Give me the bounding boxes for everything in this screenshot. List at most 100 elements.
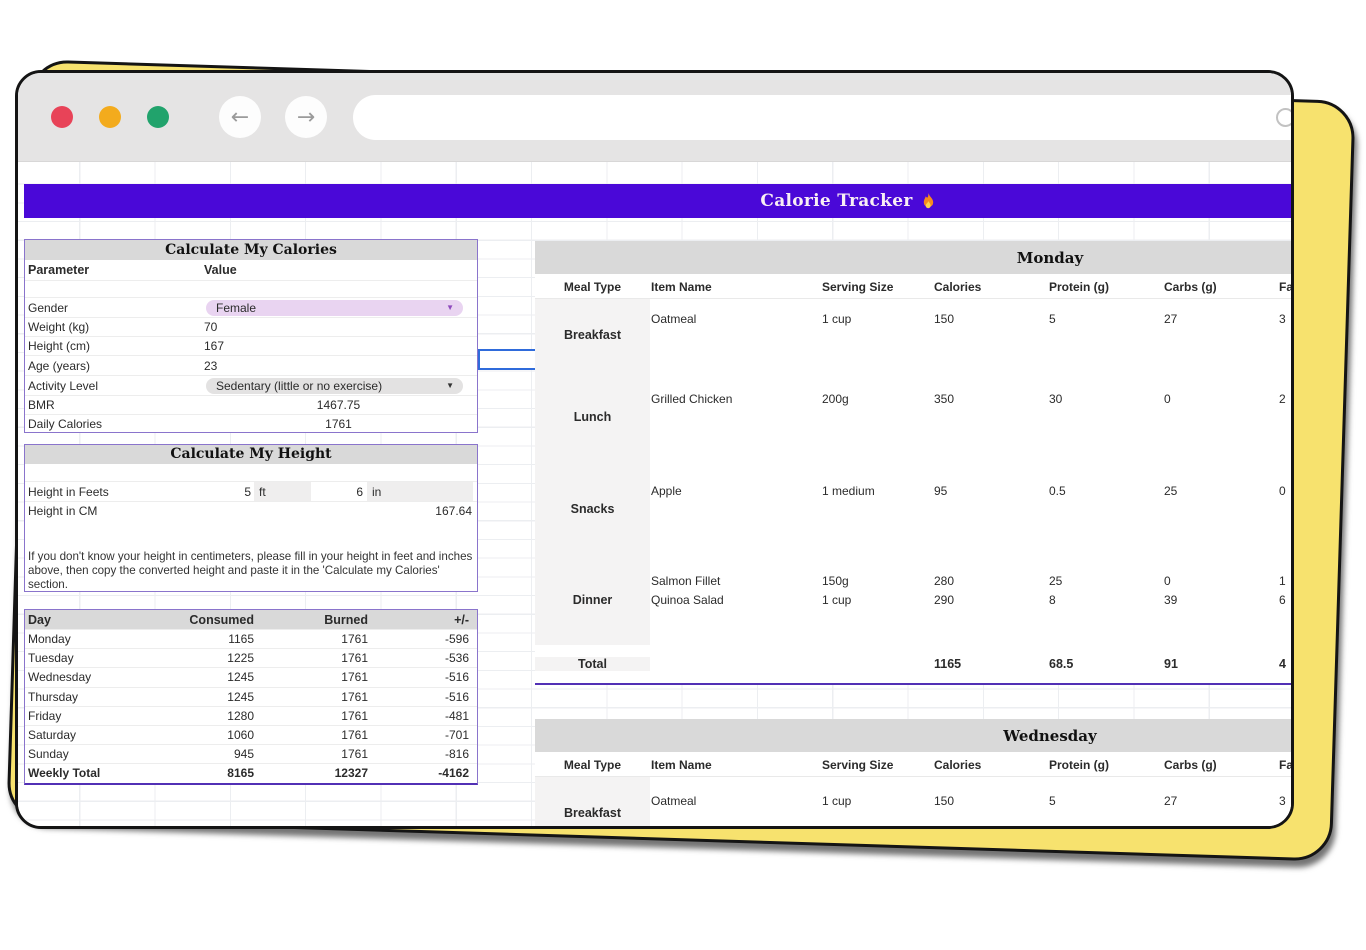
value-cell[interactable]: Female▼ xyxy=(200,300,477,316)
number-cell[interactable]: 1761 xyxy=(258,651,372,665)
item-cell[interactable]: 1 cup xyxy=(822,593,934,607)
value-cell[interactable]: Sedentary (little or no exercise)▼ xyxy=(200,378,477,394)
item-cell[interactable]: 280 xyxy=(934,574,1049,588)
item-cell[interactable]: 350 xyxy=(934,392,1049,406)
number-cell[interactable]: -816 xyxy=(372,747,477,761)
item-cell[interactable]: 1 medium xyxy=(822,484,934,498)
day-cell[interactable]: Saturday xyxy=(25,728,140,742)
close-window-button[interactable] xyxy=(51,106,73,128)
item-cell[interactable]: Oatmeal xyxy=(650,794,822,808)
item-cell[interactable]: Apple xyxy=(650,484,822,498)
number-cell[interactable]: 1761 xyxy=(258,728,372,742)
value-cell[interactable]: 167 xyxy=(200,339,477,353)
item-cell[interactable]: 0.5 xyxy=(1049,484,1164,498)
number-cell[interactable]: 1761 xyxy=(258,709,372,723)
number-cell[interactable]: -516 xyxy=(372,670,477,684)
item-cell[interactable]: 2 xyxy=(1279,392,1291,406)
item-cell[interactable]: 27 xyxy=(1164,312,1279,326)
item-cell[interactable]: 30 xyxy=(1049,392,1164,406)
height-cm-value[interactable]: 167.64 xyxy=(200,504,477,518)
item-cell[interactable]: Grilled Chicken xyxy=(650,392,822,406)
day-cell[interactable]: Day xyxy=(25,613,140,627)
value-cell[interactable]: 1761 xyxy=(200,417,477,431)
param-cell[interactable]: Height (cm) xyxy=(25,339,200,353)
param-cell[interactable]: Weight (kg) xyxy=(25,320,200,334)
meal-type-cell[interactable]: Breakfast xyxy=(535,299,650,371)
number-cell[interactable]: +/- xyxy=(372,613,477,627)
value-cell[interactable]: 23 xyxy=(200,359,477,373)
day-cell[interactable]: Thursday xyxy=(25,690,140,704)
param-cell[interactable]: Daily Calories xyxy=(25,417,200,431)
number-cell[interactable]: 1165 xyxy=(140,632,258,646)
item-cell[interactable]: 27 xyxy=(1164,794,1279,808)
day-cell[interactable]: Wednesday xyxy=(25,670,140,684)
item-cell[interactable]: 290 xyxy=(934,593,1049,607)
param-cell[interactable]: Gender xyxy=(25,301,200,315)
item-cell[interactable]: 39 xyxy=(1164,593,1279,607)
item-cell[interactable]: 1 xyxy=(1279,574,1291,588)
number-cell[interactable]: 8165 xyxy=(140,766,258,780)
item-cell[interactable]: 200g xyxy=(822,392,934,406)
number-cell[interactable]: 1761 xyxy=(258,632,372,646)
day-cell[interactable]: Sunday xyxy=(25,747,140,761)
forward-button[interactable]: → xyxy=(285,96,327,138)
meal-type-cell[interactable]: Snacks xyxy=(535,463,650,555)
url-bar[interactable] xyxy=(353,95,1294,140)
item-cell[interactable]: 0 xyxy=(1164,574,1279,588)
item-cell[interactable]: 150 xyxy=(934,312,1049,326)
item-cell[interactable]: 95 xyxy=(934,484,1049,498)
item-cell[interactable]: 0 xyxy=(1279,484,1291,498)
item-cell[interactable]: 5 xyxy=(1049,312,1164,326)
day-cell[interactable]: Friday xyxy=(25,709,140,723)
back-button[interactable]: ← xyxy=(219,96,261,138)
total-value-cell[interactable]: 91 xyxy=(1164,657,1279,671)
param-cell[interactable]: Activity Level xyxy=(25,379,200,393)
number-cell[interactable]: 12327 xyxy=(258,766,372,780)
item-cell[interactable]: 8 xyxy=(1049,593,1164,607)
item-cell[interactable]: 25 xyxy=(1049,574,1164,588)
item-cell[interactable]: 3 xyxy=(1279,312,1291,326)
number-cell[interactable]: -4162 xyxy=(372,766,477,780)
value-cell[interactable]: 70 xyxy=(200,320,477,334)
item-cell[interactable]: 150g xyxy=(822,574,934,588)
feet-value-cell[interactable]: 5 xyxy=(200,485,251,499)
item-cell[interactable]: 1 cup xyxy=(822,312,934,326)
selected-cell[interactable] xyxy=(478,349,537,370)
item-cell[interactable]: 3 xyxy=(1279,794,1291,808)
number-cell[interactable]: -516 xyxy=(372,690,477,704)
day-cell[interactable]: Monday xyxy=(25,632,140,646)
number-cell[interactable]: 1761 xyxy=(258,670,372,684)
number-cell[interactable]: 1225 xyxy=(140,651,258,665)
item-cell[interactable]: 25 xyxy=(1164,484,1279,498)
number-cell[interactable]: Consumed xyxy=(140,613,258,627)
total-value-cell[interactable]: 68.5 xyxy=(1049,657,1164,671)
meal-type-cell[interactable]: Dinner xyxy=(535,555,650,645)
item-cell[interactable]: 150 xyxy=(934,794,1049,808)
number-cell[interactable]: 1280 xyxy=(140,709,258,723)
minimize-window-button[interactable] xyxy=(99,106,121,128)
total-value-cell[interactable]: 4 xyxy=(1279,657,1291,671)
value-cell[interactable]: 1467.75 xyxy=(200,398,477,412)
item-cell[interactable]: 6 xyxy=(1279,593,1291,607)
day-cell[interactable]: Tuesday xyxy=(25,651,140,665)
meal-type-cell[interactable]: Breakfast xyxy=(535,777,650,826)
item-cell[interactable]: Quinoa Salad xyxy=(650,593,822,607)
gender-dropdown[interactable]: Female▼ xyxy=(206,300,463,316)
number-cell[interactable]: 1060 xyxy=(140,728,258,742)
item-cell[interactable]: 5 xyxy=(1049,794,1164,808)
number-cell[interactable]: 1245 xyxy=(140,670,258,684)
number-cell[interactable]: -701 xyxy=(372,728,477,742)
item-cell[interactable]: 0 xyxy=(1164,392,1279,406)
activity-level-dropdown[interactable]: Sedentary (little or no exercise)▼ xyxy=(206,378,463,394)
item-cell[interactable]: Salmon Fillet xyxy=(650,574,822,588)
number-cell[interactable]: 1761 xyxy=(258,747,372,761)
number-cell[interactable]: 1245 xyxy=(140,690,258,704)
day-cell[interactable]: Weekly Total xyxy=(25,766,140,780)
number-cell[interactable]: -536 xyxy=(372,651,477,665)
param-cell[interactable]: Age (years) xyxy=(25,359,200,373)
number-cell[interactable]: 945 xyxy=(140,747,258,761)
param-cell[interactable]: BMR xyxy=(25,398,200,412)
item-cell[interactable]: Oatmeal xyxy=(650,312,822,326)
total-value-cell[interactable]: 1165 xyxy=(934,657,1049,671)
inch-value-cell[interactable]: 6 xyxy=(311,485,363,499)
